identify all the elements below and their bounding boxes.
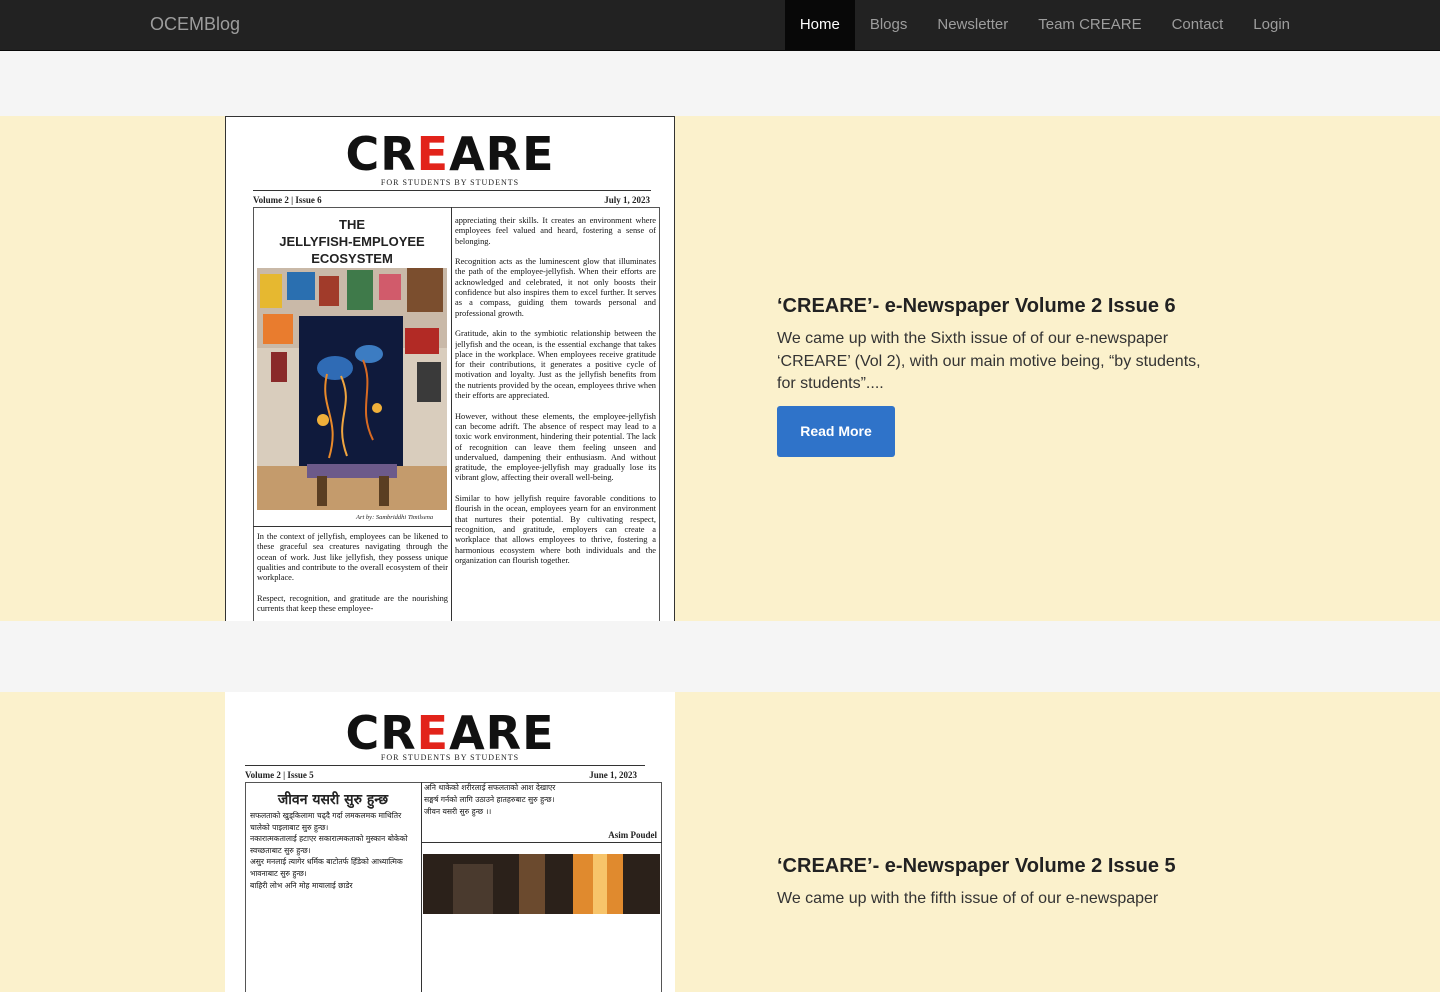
cover-volume: Volume 2 | Issue 6	[253, 195, 322, 205]
article-text-left: सफलताको खुड्किलामा चढ्दै गर्दा लमकलमक मा…	[250, 811, 408, 890]
divider	[253, 526, 451, 527]
column-divider	[451, 207, 452, 621]
article-text-right: appreciating their skills. It creates an…	[455, 216, 656, 565]
cover-volume: Volume 2 | Issue 5	[245, 770, 314, 780]
column-divider	[421, 782, 422, 992]
cover-tagline: FOR STUDENTS BY STUDENTS	[380, 753, 520, 762]
read-more-button[interactable]: Read More	[777, 405, 895, 457]
post-card: CREARE FOR STUDENTS BY STUDENTS Volume 2…	[0, 692, 1440, 992]
nav-newsletter[interactable]: Newsletter	[922, 0, 1023, 50]
article-text-left: In the context of jellyfish, employees c…	[257, 532, 448, 614]
cover-masthead: CREARE	[345, 127, 555, 181]
post-title[interactable]: ‘CREARE’- e-Newspaper Volume 2 Issue 5	[777, 854, 1207, 878]
article-text-right: अनि थाकेको शरीरलाई सफलताको आश देखाएर सङ्…	[424, 783, 556, 816]
post-card: CREARE FOR STUDENTS BY STUDENTS Volume 2…	[0, 116, 1440, 621]
nav-menu: Home Blogs Newsletter Team CREARE Contac…	[784, 0, 1305, 50]
post-cover-image[interactable]: CREARE FOR STUDENTS BY STUDENTS Volume 2…	[225, 116, 675, 621]
divider	[245, 765, 645, 766]
post-info: ‘CREARE’- e-Newspaper Volume 2 Issue 5 W…	[777, 854, 1207, 911]
divider	[253, 190, 651, 191]
post-cover-image[interactable]: CREARE FOR STUDENTS BY STUDENTS Volume 2…	[225, 692, 675, 992]
brand-link[interactable]: OCEMBlog	[150, 14, 240, 35]
post-title[interactable]: ‘CREARE’- e-Newspaper Volume 2 Issue 6	[777, 294, 1207, 318]
nav-login[interactable]: Login	[1238, 0, 1305, 50]
cover-author: Asim Poudel	[608, 830, 657, 840]
cover-date: June 1, 2023	[589, 770, 637, 780]
cover-tagline: FOR STUDENTS BY STUDENTS	[380, 178, 520, 187]
article-headline: जीवन यसरी सुरु हुन्छ	[277, 792, 389, 808]
top-navbar: OCEMBlog Home Blogs Newsletter Team CREA…	[0, 0, 1440, 51]
jellyfish-painting	[257, 268, 447, 510]
cover-masthead: CREARE	[345, 706, 555, 760]
post-excerpt: We came up with the Sixth issue of of ou…	[777, 330, 1201, 392]
post-info: ‘CREARE’- e-Newspaper Volume 2 Issue 6 W…	[777, 294, 1207, 457]
nav-contact[interactable]: Contact	[1157, 0, 1239, 50]
street-photo	[423, 854, 660, 914]
divider	[421, 842, 662, 843]
nav-blogs[interactable]: Blogs	[855, 0, 923, 50]
article-headline: THE JELLYFISH-EMPLOYEE ECOSYSTEM	[279, 217, 425, 266]
post-excerpt: We came up with the fifth issue of of ou…	[777, 890, 1159, 907]
nav-team-creare[interactable]: Team CREARE	[1023, 0, 1156, 50]
nav-home[interactable]: Home	[784, 0, 855, 50]
art-credit: Art by: Sambriddhi Timilsena	[356, 514, 434, 521]
cover-date: July 1, 2023	[604, 195, 650, 205]
